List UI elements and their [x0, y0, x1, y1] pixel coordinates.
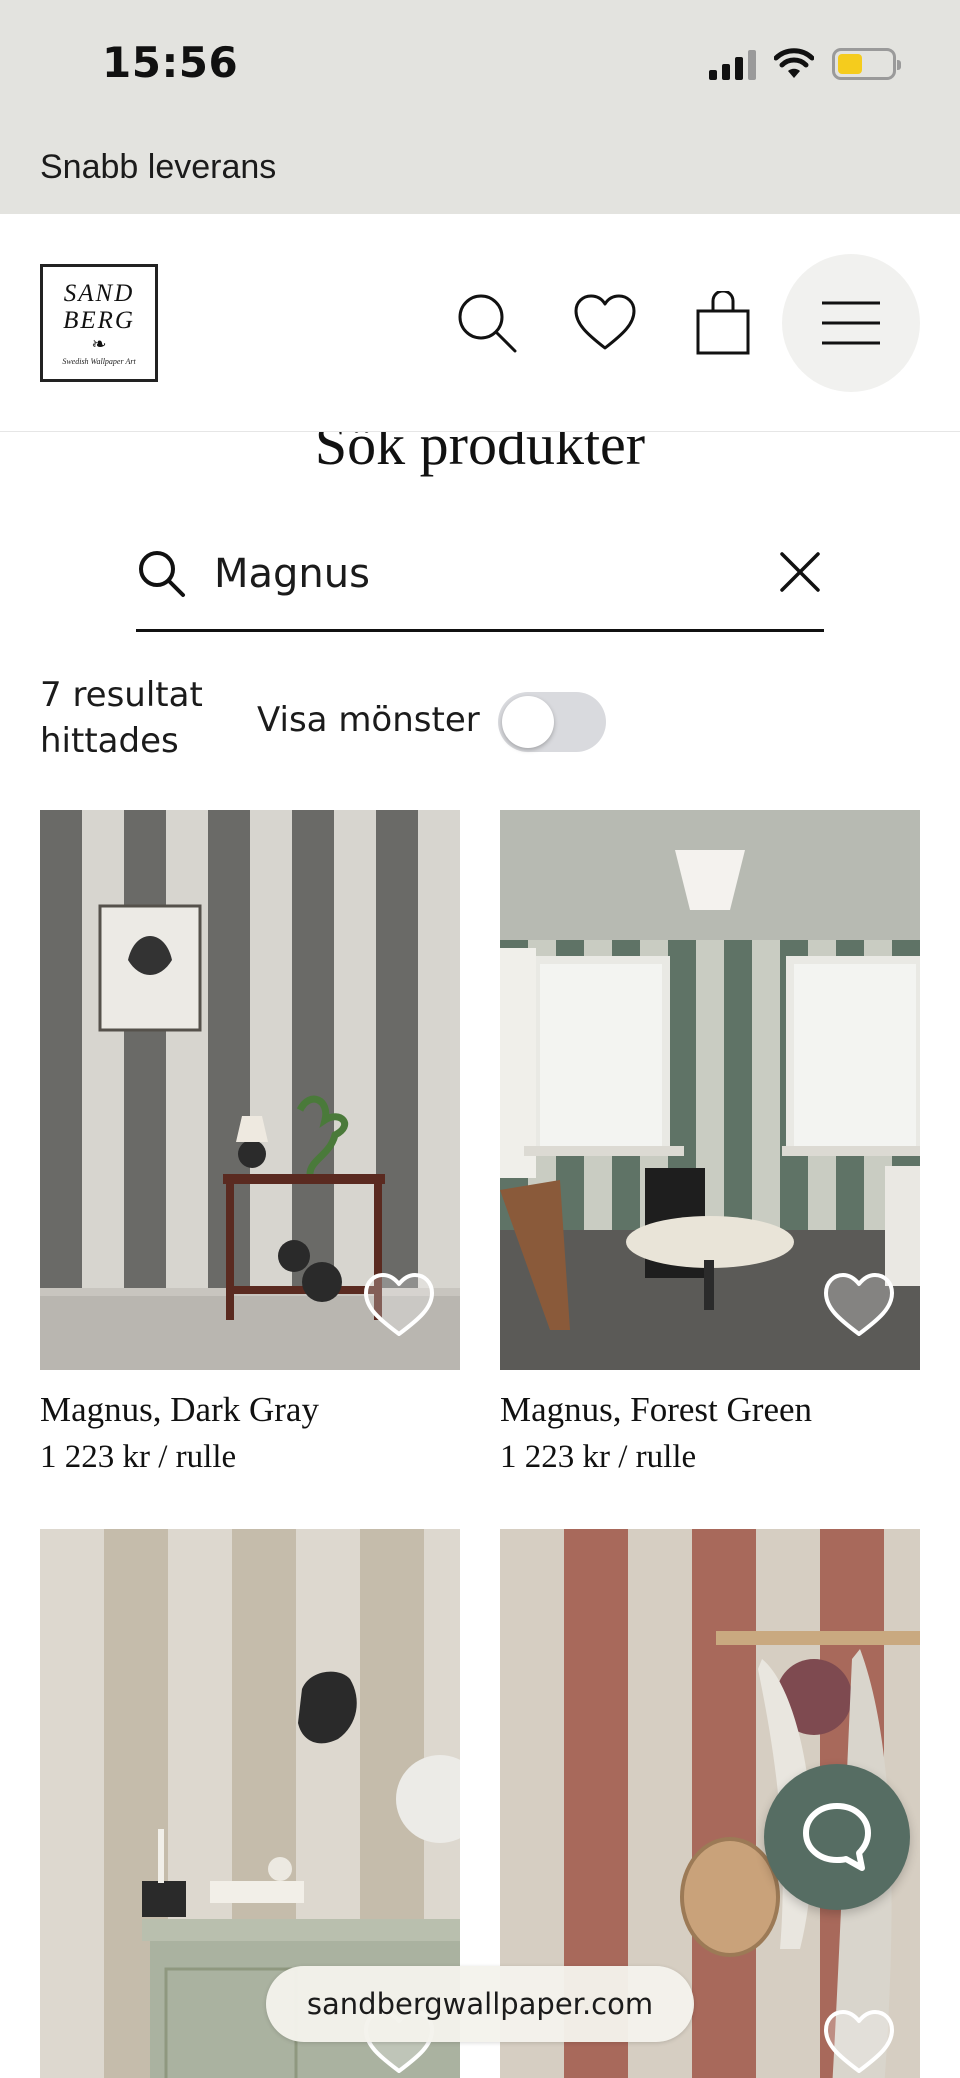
- clear-search-icon[interactable]: [776, 548, 824, 596]
- cellular-signal-icon: [709, 48, 756, 80]
- search-icon: [139, 551, 185, 597]
- logo-line-2-front: BERG: [63, 307, 135, 334]
- search-field: [136, 536, 824, 632]
- product-price: 1 223 kr / rulle: [40, 1439, 237, 1475]
- header-foreground: SAND BERG ❧ Swedish Wallpaper Art: [0, 214, 960, 432]
- browser-url-bar[interactable]: sandbergwallpaper.com: [266, 1966, 694, 2042]
- search-icon: [458, 294, 517, 353]
- search-button-front[interactable]: [452, 288, 522, 358]
- product-price: 1 223 kr / rulle: [500, 1439, 697, 1475]
- search-input[interactable]: [214, 546, 734, 602]
- favorite-heart-icon[interactable]: [822, 1272, 896, 1338]
- product-card[interactable]: Magnus, Forest Green 1 223 kr / rulle: [500, 810, 920, 1478]
- product-card[interactable]: Magnus, Dark Gray 1 223 kr / rulle: [40, 810, 460, 1478]
- chat-bubble-icon: [803, 1803, 871, 1871]
- product-name[interactable]: Magnus, Forest Green: [500, 1388, 920, 1432]
- cart-button-front[interactable]: [688, 288, 758, 358]
- status-icons: [709, 44, 901, 84]
- results-count: 7 resultat hittades: [40, 675, 203, 761]
- url-text: sandbergwallpaper.com: [306, 1987, 654, 2021]
- show-pattern-toggle[interactable]: [498, 692, 606, 752]
- wishlist-button-front[interactable]: [570, 288, 640, 358]
- product-image[interactable]: [40, 810, 460, 1370]
- status-bar: 15:56: [0, 0, 960, 128]
- show-pattern-label: Visa mönster: [257, 700, 480, 740]
- chat-button[interactable]: [764, 1764, 910, 1910]
- menu-button-front[interactable]: [782, 254, 920, 392]
- battery-icon: [832, 48, 901, 80]
- product-image[interactable]: [500, 810, 920, 1370]
- sandberg-logo-front[interactable]: SAND BERG ❧ Swedish Wallpaper Art: [40, 264, 158, 382]
- wifi-icon: [774, 48, 814, 78]
- favorite-heart-icon[interactable]: [362, 1272, 436, 1338]
- status-time: 15:56: [102, 38, 239, 87]
- favorite-heart-icon[interactable]: [822, 2009, 896, 2075]
- logo-tagline-front: Swedish Wallpaper Art: [62, 357, 136, 366]
- shopping-bag-icon: [696, 291, 750, 355]
- promo-text: Snabb leverans: [40, 148, 277, 186]
- hamburger-menu-icon: [822, 301, 880, 345]
- promo-banner: Snabb leverans: [0, 128, 960, 214]
- product-name[interactable]: Magnus, Dark Gray: [40, 1388, 460, 1432]
- logo-ornament-icon: ❧: [91, 334, 107, 354]
- heart-icon: [574, 294, 636, 350]
- toggle-knob: [502, 696, 554, 748]
- logo-line-1-front: SAND: [63, 280, 135, 307]
